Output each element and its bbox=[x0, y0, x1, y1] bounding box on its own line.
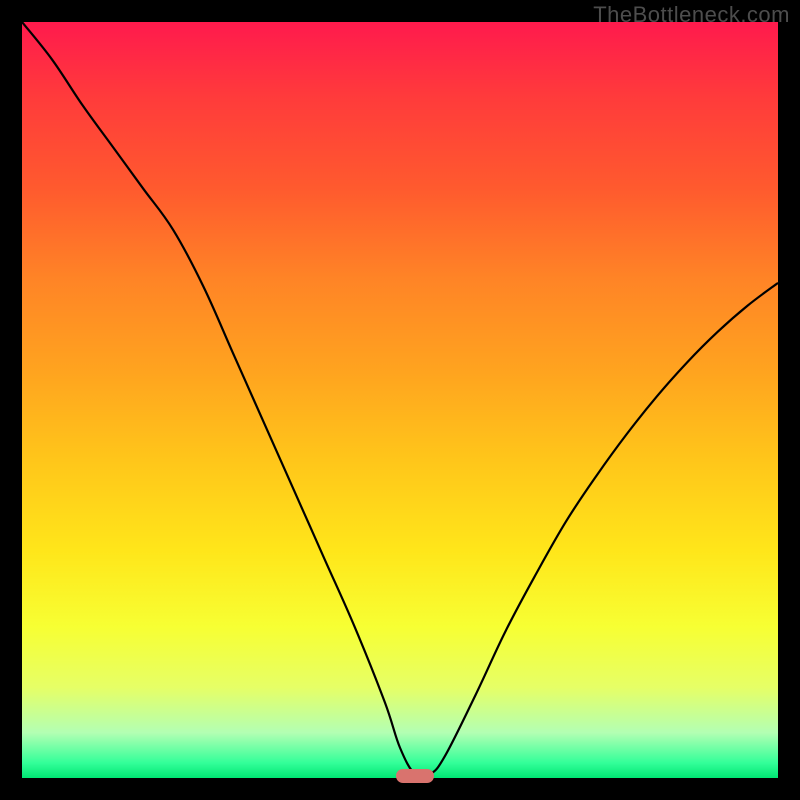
watermark-text: TheBottleneck.com bbox=[593, 2, 790, 28]
bottleneck-curve bbox=[22, 22, 778, 778]
chart-frame: TheBottleneck.com bbox=[0, 0, 800, 800]
plot-area bbox=[22, 22, 778, 778]
optimum-marker bbox=[396, 769, 434, 783]
curve-path bbox=[22, 22, 778, 777]
